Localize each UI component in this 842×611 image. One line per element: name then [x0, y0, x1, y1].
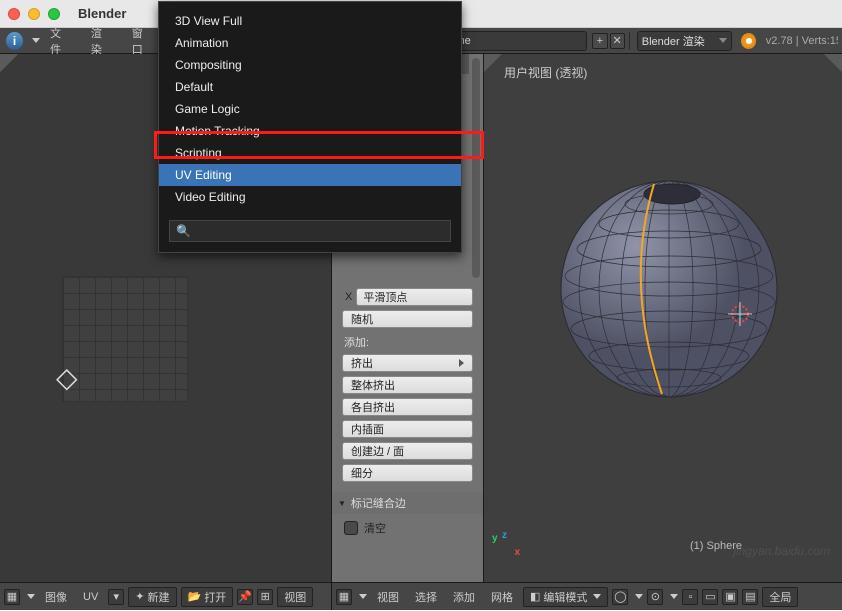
pivot-btn[interactable]: ⊙: [647, 589, 663, 605]
sel-vert-icon[interactable]: ▫: [682, 589, 698, 605]
mode-selector[interactable]: ◧ 编辑模式: [523, 587, 608, 607]
menu-uvs[interactable]: UV: [77, 591, 104, 603]
x-label: X: [345, 291, 352, 303]
menu-view[interactable]: 视图: [371, 589, 405, 605]
menu-render[interactable]: 渲染: [81, 25, 122, 57]
dropdown-item[interactable]: Game Logic: [159, 98, 461, 120]
search-input[interactable]: [197, 225, 444, 237]
dropdown-item[interactable]: UV Editing: [159, 164, 461, 186]
version-text: v2.78 | Verts:15: [766, 35, 838, 47]
editor-type-icon[interactable]: ▦: [4, 589, 20, 605]
split-handle-tl[interactable]: [0, 54, 18, 72]
extrude-each-btn[interactable]: 各自挤出: [342, 398, 473, 416]
editor-type-icon-3d[interactable]: ▦: [336, 589, 352, 605]
blender-logo-icon: [741, 33, 756, 49]
menu-file[interactable]: 文件: [40, 25, 81, 57]
split-handle-tr2[interactable]: [824, 54, 842, 72]
menu-mesh[interactable]: 网格: [485, 589, 519, 605]
menu-window[interactable]: 窗口: [122, 25, 163, 57]
add-label: 添加:: [332, 330, 483, 352]
render-engine-selector[interactable]: Blender 渲染: [637, 31, 732, 51]
pin-btn[interactable]: 📌: [237, 589, 253, 605]
new-image-btn[interactable]: ✦新建: [128, 587, 176, 607]
dropdown-item[interactable]: Scripting: [159, 142, 461, 164]
create-edge-face-btn[interactable]: 创建边 / 面: [342, 442, 473, 460]
extrude-btn[interactable]: 挤出: [342, 354, 473, 372]
dropdown-item[interactable]: Default: [159, 76, 461, 98]
sel-face-icon[interactable]: ▣: [722, 589, 738, 605]
uv-editor-header: ▦ 图像 UV ▾ ✦新建 📂打开 📌 ⊞ 视图: [0, 583, 332, 610]
menu-select[interactable]: 选择: [409, 589, 443, 605]
menu-image[interactable]: 图像: [39, 589, 73, 605]
3d-viewport-header: ▦ 视图 选择 添加 网格 ◧ 编辑模式 ◯ ⊙ ▫ ▭ ▣ ▤ 全局: [332, 583, 842, 610]
dropdown-item[interactable]: Animation: [159, 32, 461, 54]
extrude-whole-btn[interactable]: 整体挤出: [342, 376, 473, 394]
inset-btn[interactable]: 内插面: [342, 420, 473, 438]
shading-wire[interactable]: ◯: [612, 589, 628, 605]
random-btn[interactable]: 随机: [342, 310, 473, 328]
axis-gizmo-icon: zyx: [492, 530, 520, 558]
subdivide-btn[interactable]: 细分: [342, 464, 473, 482]
search-icon: 🔍: [176, 224, 191, 238]
app-title: Blender: [78, 6, 126, 21]
uv-2d-cursor-icon: [56, 364, 84, 392]
3d-viewport[interactable]: 用户视图 (透视): [484, 54, 842, 582]
dropdown-item[interactable]: Video Editing: [159, 186, 461, 208]
maximize-button[interactable]: [48, 8, 60, 20]
snap-btn[interactable]: ⊞: [257, 589, 273, 605]
open-image-btn[interactable]: 📂打开: [181, 587, 234, 607]
info-icon[interactable]: i: [6, 32, 23, 50]
limit-sel-icon[interactable]: ▤: [742, 589, 758, 605]
dropdown-search[interactable]: 🔍: [169, 220, 451, 242]
dropdown-item[interactable]: Compositing: [159, 54, 461, 76]
layout-dropdown[interactable]: 3D View FullAnimationCompositingDefaultG…: [158, 1, 462, 253]
checkbox-icon[interactable]: [344, 521, 358, 535]
transform-orientation[interactable]: 全局: [762, 587, 798, 607]
sphere-mesh: [544, 164, 794, 414]
sel-edge-icon[interactable]: ▭: [702, 589, 718, 605]
dropdown-item[interactable]: Motion Tracking: [159, 120, 461, 142]
render-engine-value: Blender 渲染: [638, 33, 716, 49]
bottom-bar: ▦ 图像 UV ▾ ✦新建 📂打开 📌 ⊞ 视图 ▦ 视图 选择 添加 网格 ◧…: [0, 582, 842, 610]
watermark: jingyan.baidu.com: [733, 544, 830, 558]
scene-del-btn[interactable]: ✕: [610, 33, 625, 49]
clear-label: 清空: [364, 520, 386, 536]
minimize-button[interactable]: [28, 8, 40, 20]
dropdown-item[interactable]: 3D View Full: [159, 10, 461, 32]
close-button[interactable]: [8, 8, 20, 20]
half-vertex-btn[interactable]: 平滑顶点: [356, 288, 473, 306]
clear-checkbox-row[interactable]: 清空: [332, 514, 483, 542]
scene-add-btn[interactable]: +: [592, 33, 607, 49]
image-browse-btn[interactable]: ▾: [108, 589, 124, 605]
traffic-lights: [8, 8, 60, 20]
menu-add[interactable]: 添加: [447, 589, 481, 605]
view-btn[interactable]: 视图: [277, 587, 313, 607]
mark-seam-section[interactable]: 标记缝合边: [332, 492, 483, 514]
